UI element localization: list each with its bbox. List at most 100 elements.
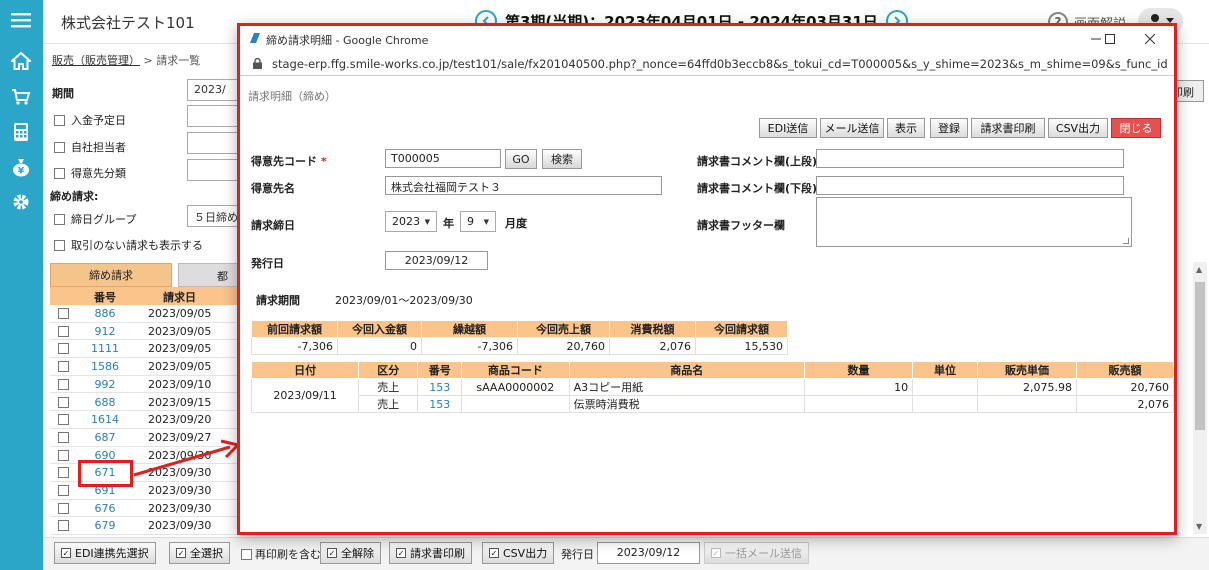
print-invoice-button[interactable]: ✓ 請求書印刷 (389, 542, 472, 564)
invoice-number-link[interactable]: 912 (80, 325, 130, 338)
edi-send-button[interactable]: EDI送信 (759, 118, 817, 138)
billing-period-value: 2023/09/01～2023/09/30 (335, 294, 473, 307)
invoice-date: 2023/09/05 (148, 324, 212, 338)
customer-code-input[interactable]: T000005 (385, 149, 501, 168)
closing-date-label: 請求締日 (251, 219, 295, 232)
invoice-number-link[interactable]: 886 (80, 307, 130, 320)
csv-button[interactable]: CSV出力 (1048, 118, 1108, 138)
mail-send-button[interactable]: メール送信 (820, 118, 884, 138)
row-checkbox[interactable] (58, 308, 69, 319)
comment-top-input[interactable] (816, 149, 1124, 168)
bulk-mail-button[interactable]: ✓ 一括メール送信 (704, 542, 809, 564)
breadcrumb-parent[interactable]: 販売（販売管理） (52, 54, 140, 67)
print-button[interactable]: 請求書印刷 (971, 118, 1045, 138)
invoice-number-link[interactable]: 688 (80, 396, 130, 409)
detail-amount: 2,076 (1076, 395, 1174, 413)
tab-closing[interactable]: 締め請求 (50, 263, 172, 287)
invoice-number-link[interactable]: 676 (80, 502, 130, 515)
comment-bottom-input[interactable] (816, 176, 1124, 195)
row-checkbox[interactable] (58, 485, 69, 496)
home-icon[interactable] (7, 47, 35, 75)
row-checkbox[interactable] (58, 343, 69, 355)
edi-select-button[interactable]: ✓ EDI連携先選択 (54, 542, 156, 564)
detail-number-link[interactable]: 153 (417, 378, 463, 396)
detail-header: 販売単価 (976, 361, 1078, 379)
payment-due-checkbox[interactable] (54, 114, 65, 126)
payment-due-input[interactable] (187, 105, 239, 127)
customer-class-input[interactable] (187, 159, 239, 181)
invoice-number-link[interactable]: 679 (80, 519, 130, 532)
detail-number-link[interactable]: 153 (417, 395, 463, 413)
table-row[interactable]: 676 2023/09/30 (50, 500, 240, 518)
table-row[interactable]: 1111 2023/09/05 (50, 340, 240, 359)
show-no-txn-checkbox[interactable] (54, 239, 65, 251)
staff-checkbox[interactable] (54, 141, 65, 153)
customer-class-checkbox[interactable] (54, 167, 65, 179)
address-bar[interactable]: stage-erp.ffg.smile-works.co.jp/test101/… (240, 52, 1174, 76)
invoice-number-link[interactable]: 1614 (80, 413, 130, 426)
row-checkbox[interactable] (58, 361, 69, 373)
close-icon[interactable] (1132, 28, 1168, 50)
row-checkbox[interactable] (58, 325, 69, 337)
chevron-down-icon: ▼ (483, 217, 489, 226)
select-all-button[interactable]: ✓ 全選択 (169, 542, 230, 564)
scrollbar-thumb[interactable] (1195, 282, 1205, 430)
list-scrollbar[interactable]: ▲ ▼ (1193, 262, 1207, 534)
customer-name-input[interactable]: 株式会社福岡テスト３ (385, 176, 662, 195)
summary-header: 前回請求額 (251, 320, 338, 338)
scroll-up-icon[interactable]: ▲ (1196, 265, 1202, 274)
period-input[interactable]: 2023/ (187, 79, 239, 101)
detail-qty (803, 395, 914, 413)
scroll-down-icon[interactable]: ▼ (1196, 522, 1202, 531)
month-select[interactable]: 9 ▼ (460, 211, 496, 232)
include-reprint-checkbox[interactable] (241, 548, 252, 560)
row-checkbox[interactable] (58, 431, 69, 443)
page-title: 請求明細（締め） (248, 90, 336, 103)
resize-handle-icon[interactable] (1123, 238, 1129, 244)
table-row[interactable]: 1614 2023/09/20 (50, 411, 240, 429)
money-bag-icon[interactable]: ¥ (7, 153, 35, 181)
detail-header: 番号 (417, 361, 463, 379)
table-row[interactable]: 992 2023/09/10 (50, 376, 240, 394)
row-checkbox[interactable] (58, 414, 69, 426)
table-row[interactable]: 679 2023/09/30 (50, 517, 240, 536)
table-row[interactable]: 1586 2023/09/05 (50, 358, 240, 376)
calculator-icon[interactable] (7, 118, 35, 146)
go-button[interactable]: GO (505, 149, 537, 169)
invoice-number-link[interactable]: 992 (80, 378, 130, 391)
invoice-number-link[interactable]: 1586 (80, 360, 130, 373)
deselect-all-button[interactable]: ✓ 全解除 (320, 542, 381, 564)
row-checkbox[interactable] (58, 396, 69, 408)
month-unit: 月度 (505, 217, 527, 230)
closing-group-checkbox[interactable] (54, 213, 65, 225)
invoice-number-link[interactable]: 1111 (80, 342, 130, 355)
row-checkbox[interactable] (58, 520, 69, 532)
register-button[interactable]: 登録 (930, 118, 968, 138)
detail-header: 日付 (250, 361, 360, 379)
tab-each[interactable]: 都度 (178, 263, 238, 287)
csv-output-button[interactable]: ✓ CSV出力 (482, 542, 555, 564)
detail-amount: 20,760 (1076, 378, 1174, 396)
gear-icon[interactable] (7, 188, 35, 216)
table-row[interactable]: 912 2023/09/05 (50, 323, 240, 341)
table-row[interactable]: 688 2023/09/15 (50, 394, 240, 412)
staff-input[interactable] (187, 132, 239, 154)
issue-date-input[interactable]: 2023/09/12 (597, 542, 700, 564)
year-select[interactable]: 2023 ▼ (385, 211, 437, 232)
maximize-icon[interactable] (1092, 28, 1128, 50)
cart-icon[interactable] (7, 83, 35, 111)
search-button[interactable]: 検索 (542, 149, 582, 169)
footer-textarea[interactable] (816, 197, 1132, 247)
table-row[interactable]: 886 2023/09/05 (50, 305, 240, 323)
display-button[interactable]: 表示 (887, 118, 925, 138)
invoice-number-link[interactable]: 687 (80, 431, 130, 444)
issue-date-input-modal[interactable]: 2023/09/12 (385, 251, 488, 270)
menu-icon[interactable] (7, 6, 35, 34)
closing-group-select[interactable]: ５日締め (187, 205, 239, 227)
row-checkbox[interactable] (58, 467, 69, 479)
close-button[interactable]: 閉じる (1111, 118, 1161, 138)
row-checkbox[interactable] (58, 449, 69, 461)
summary-header: 繰越額 (421, 320, 518, 338)
row-checkbox[interactable] (58, 502, 69, 514)
row-checkbox[interactable] (58, 378, 69, 390)
